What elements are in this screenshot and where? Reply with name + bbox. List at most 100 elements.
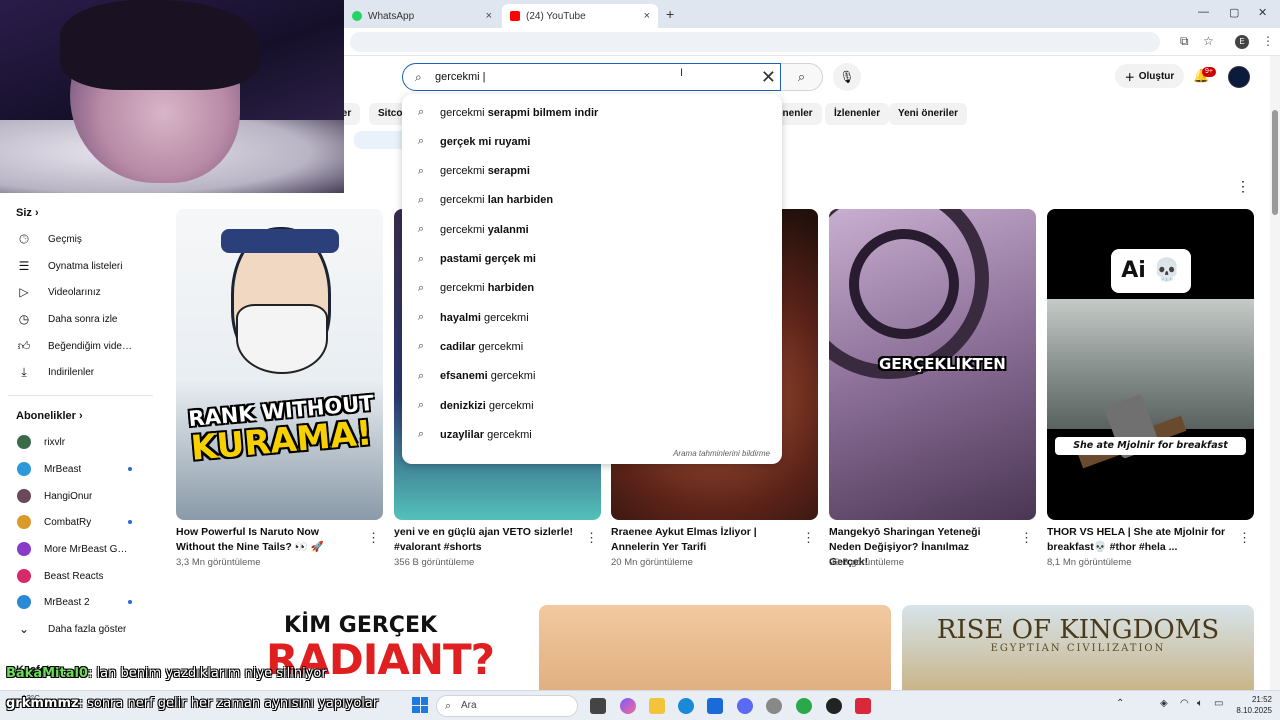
- search-icon: ⌕: [417, 399, 425, 411]
- sidebar-item-label: Daha fazla göster: [48, 623, 127, 635]
- video-title[interactable]: yeni ve en güçlü ajan VETO sizlerle! #va…: [394, 525, 574, 555]
- video-menu-icon[interactable]: ⋮: [367, 530, 380, 546]
- url-field[interactable]: [350, 32, 1160, 52]
- maximize-button[interactable]: ▢: [1229, 6, 1239, 19]
- search-suggestion[interactable]: ⌕ gerçek mi ruyami: [402, 127, 782, 156]
- notification-count-badge: 9+: [1202, 67, 1216, 77]
- sidebar-sub-hangionur[interactable]: HangiOnur: [0, 483, 150, 509]
- video-title[interactable]: How Powerful Is Naruto Now Without the N…: [176, 525, 356, 555]
- chrome-icon[interactable]: [796, 698, 812, 714]
- search-suggestion[interactable]: ⌕ gercekmi yalanmi: [402, 215, 782, 244]
- sidebar-sub-mrbeast-2[interactable]: MrBeast 2: [0, 589, 150, 615]
- discord-icon[interactable]: [737, 698, 753, 714]
- close-window-button[interactable]: ✕: [1258, 6, 1267, 19]
- task-view-icon[interactable]: [590, 698, 606, 714]
- chip-new-suggestions[interactable]: Yeni öneriler: [889, 103, 968, 125]
- sidebar-sub-combatry[interactable]: CombatRy: [0, 509, 150, 535]
- video-thumbnail[interactable]: RANK WITHOUT KURAMA!: [176, 209, 383, 520]
- scrollbar-thumb[interactable]: [1272, 110, 1278, 215]
- sidebar-item-your-videos[interactable]: ▷ Videolarınız: [0, 279, 150, 305]
- search-button[interactable]: ⌕: [781, 63, 823, 91]
- tray-overflow-icon[interactable]: ⌃: [1116, 698, 1124, 709]
- sidebar-sub-more-mrbeast-gaming[interactable]: More MrBeast Gaming: [0, 536, 150, 562]
- search-suggestion[interactable]: ⌕ hayalmi gercekmi: [402, 303, 782, 332]
- create-button[interactable]: ＋ Oluştur: [1115, 64, 1184, 88]
- sidebar-item-label: Oynatma listeleri: [48, 260, 123, 272]
- sidebar-item-history[interactable]: 🕒︎ Geçmiş: [0, 226, 150, 252]
- volume-icon[interactable]: 🔈︎: [1197, 698, 1203, 709]
- video-thumbnail[interactable]: GERÇEKLIKTEN: [829, 209, 1036, 520]
- search-suggestion[interactable]: ⌕ gercekmi serapmi: [402, 157, 782, 186]
- wifi-icon[interactable]: ◠: [1180, 698, 1189, 709]
- obs-icon[interactable]: [826, 698, 842, 714]
- browser-profile-avatar[interactable]: E: [1235, 35, 1249, 49]
- voice-search-button[interactable]: 🎙: [833, 63, 861, 91]
- search-input[interactable]: gercekmi |: [435, 71, 486, 83]
- search-suggestion[interactable]: ⌕ gercekmi lan harbiden: [402, 186, 782, 215]
- tab-close-icon[interactable]: ×: [486, 10, 492, 22]
- suggestion-prefix: gercekmi: [440, 165, 488, 178]
- suggestion-text: cadilar gercekmi: [440, 341, 523, 353]
- suggestion-completion: cadilar: [440, 340, 476, 353]
- taskbar-search[interactable]: ⌕ Ara: [436, 695, 578, 717]
- browser-menu-icon[interactable]: ⋮: [1262, 34, 1274, 48]
- video-menu-icon[interactable]: ⋮: [585, 530, 598, 546]
- battery-icon[interactable]: ▭: [1214, 698, 1223, 709]
- search-box[interactable]: ⌕ gercekmi | ✕: [402, 63, 781, 91]
- search-suggestion[interactable]: ⌕ cadilar gercekmi: [402, 332, 782, 361]
- sidebar-show-more[interactable]: ⌄ Daha fazla göster: [0, 616, 150, 642]
- more-options-icon[interactable]: ⋮: [1236, 178, 1250, 195]
- video-title[interactable]: THOR VS HELA | She ate Mjolnir for break…: [1047, 525, 1227, 555]
- suggestion-text: uzaylilar gercekmi: [440, 429, 532, 441]
- outlook-icon[interactable]: [707, 698, 723, 714]
- suggestion-completion: harbiden: [487, 282, 535, 295]
- sidebar-you-heading[interactable]: Siz ›: [16, 207, 39, 219]
- sidebar-item-liked-videos[interactable]: 👍︎ Beğendiğim videolar: [0, 333, 150, 359]
- report-predictions-link[interactable]: Arama tahminlerini bildirme: [673, 449, 770, 458]
- new-tab-button[interactable]: +: [666, 6, 674, 22]
- search-suggestion[interactable]: ⌕ gercekmi harbiden: [402, 274, 782, 303]
- sidebar-item-playlists[interactable]: ☰ Oynatma listeleri: [0, 253, 150, 279]
- search-suggestion[interactable]: ⌕ uzaylilar gercekmi: [402, 420, 782, 449]
- chip-watched[interactable]: İzlenenler: [825, 103, 890, 125]
- video-menu-icon[interactable]: ⋮: [802, 530, 815, 546]
- video-menu-icon[interactable]: ⋮: [1020, 530, 1033, 546]
- sidebar-item-downloads[interactable]: ⤓ İndirilenler: [0, 359, 150, 385]
- tab-youtube[interactable]: (24) YouTube ×: [502, 4, 658, 28]
- app-icon[interactable]: [855, 698, 871, 714]
- copilot-icon[interactable]: [620, 698, 636, 714]
- sidebar-subscriptions-heading[interactable]: Abonelikler ›: [16, 410, 83, 422]
- video-thumbnail[interactable]: Ai 💀 She ate Mjolnir for breakfast: [1047, 209, 1254, 520]
- search-suggestion[interactable]: ⌕ efsanemi gercekmi: [402, 362, 782, 391]
- network-icon[interactable]: ◈: [1160, 698, 1168, 709]
- suggestion-text: gerçek mi ruyami: [440, 136, 531, 148]
- sidebar-item-label: MrBeast 2: [44, 596, 90, 608]
- sidebar-sub-beast-reacts[interactable]: Beast Reacts: [0, 563, 150, 589]
- bookmark-star-icon[interactable]: ☆: [1203, 34, 1214, 48]
- tab-whatsapp[interactable]: WhatsApp ×: [344, 4, 500, 28]
- clear-search-icon[interactable]: ✕: [761, 66, 776, 88]
- sidebar-item-watch-later[interactable]: ◷ Daha sonra izle: [0, 306, 150, 332]
- install-app-icon[interactable]: ⧉: [1180, 34, 1189, 49]
- search-suggestion[interactable]: ⌕ pastami gerçek mi: [402, 245, 782, 274]
- sidebar-sub-mrbeast[interactable]: MrBeast: [0, 456, 150, 482]
- account-avatar[interactable]: [1228, 66, 1250, 88]
- new-content-dot: [128, 467, 132, 471]
- sidebar-sub-rixvlr[interactable]: rixvlr: [0, 429, 150, 455]
- suggestion-completion: efsanemi: [440, 370, 488, 383]
- video-title[interactable]: Rraenee Aykut Elmas İzliyor | Annelerin …: [611, 525, 791, 555]
- tab-close-icon[interactable]: ×: [644, 10, 650, 22]
- settings-gear-icon[interactable]: [766, 698, 782, 714]
- video-thumbnail[interactable]: [539, 605, 891, 690]
- taskbar-clock[interactable]: 21:52 8.10.2025: [1232, 694, 1272, 716]
- sidebar-item-label: MrBeast: [44, 463, 82, 475]
- search-suggestion[interactable]: ⌕ gercekmi serapmi bilmem indir: [402, 98, 782, 127]
- search-suggestion[interactable]: ⌕ denizkizi gercekmi: [402, 391, 782, 420]
- windows-start-icon[interactable]: [412, 697, 428, 713]
- video-menu-icon[interactable]: ⋮: [1238, 530, 1251, 546]
- edge-icon[interactable]: [678, 698, 694, 714]
- file-explorer-icon[interactable]: [649, 698, 665, 714]
- suggestion-suffix: gercekmi: [487, 370, 536, 383]
- video-thumbnail[interactable]: RISE OF KINGDOMS EGYPTIAN CIVILIZATION: [902, 605, 1254, 690]
- minimize-button[interactable]: —: [1198, 6, 1209, 18]
